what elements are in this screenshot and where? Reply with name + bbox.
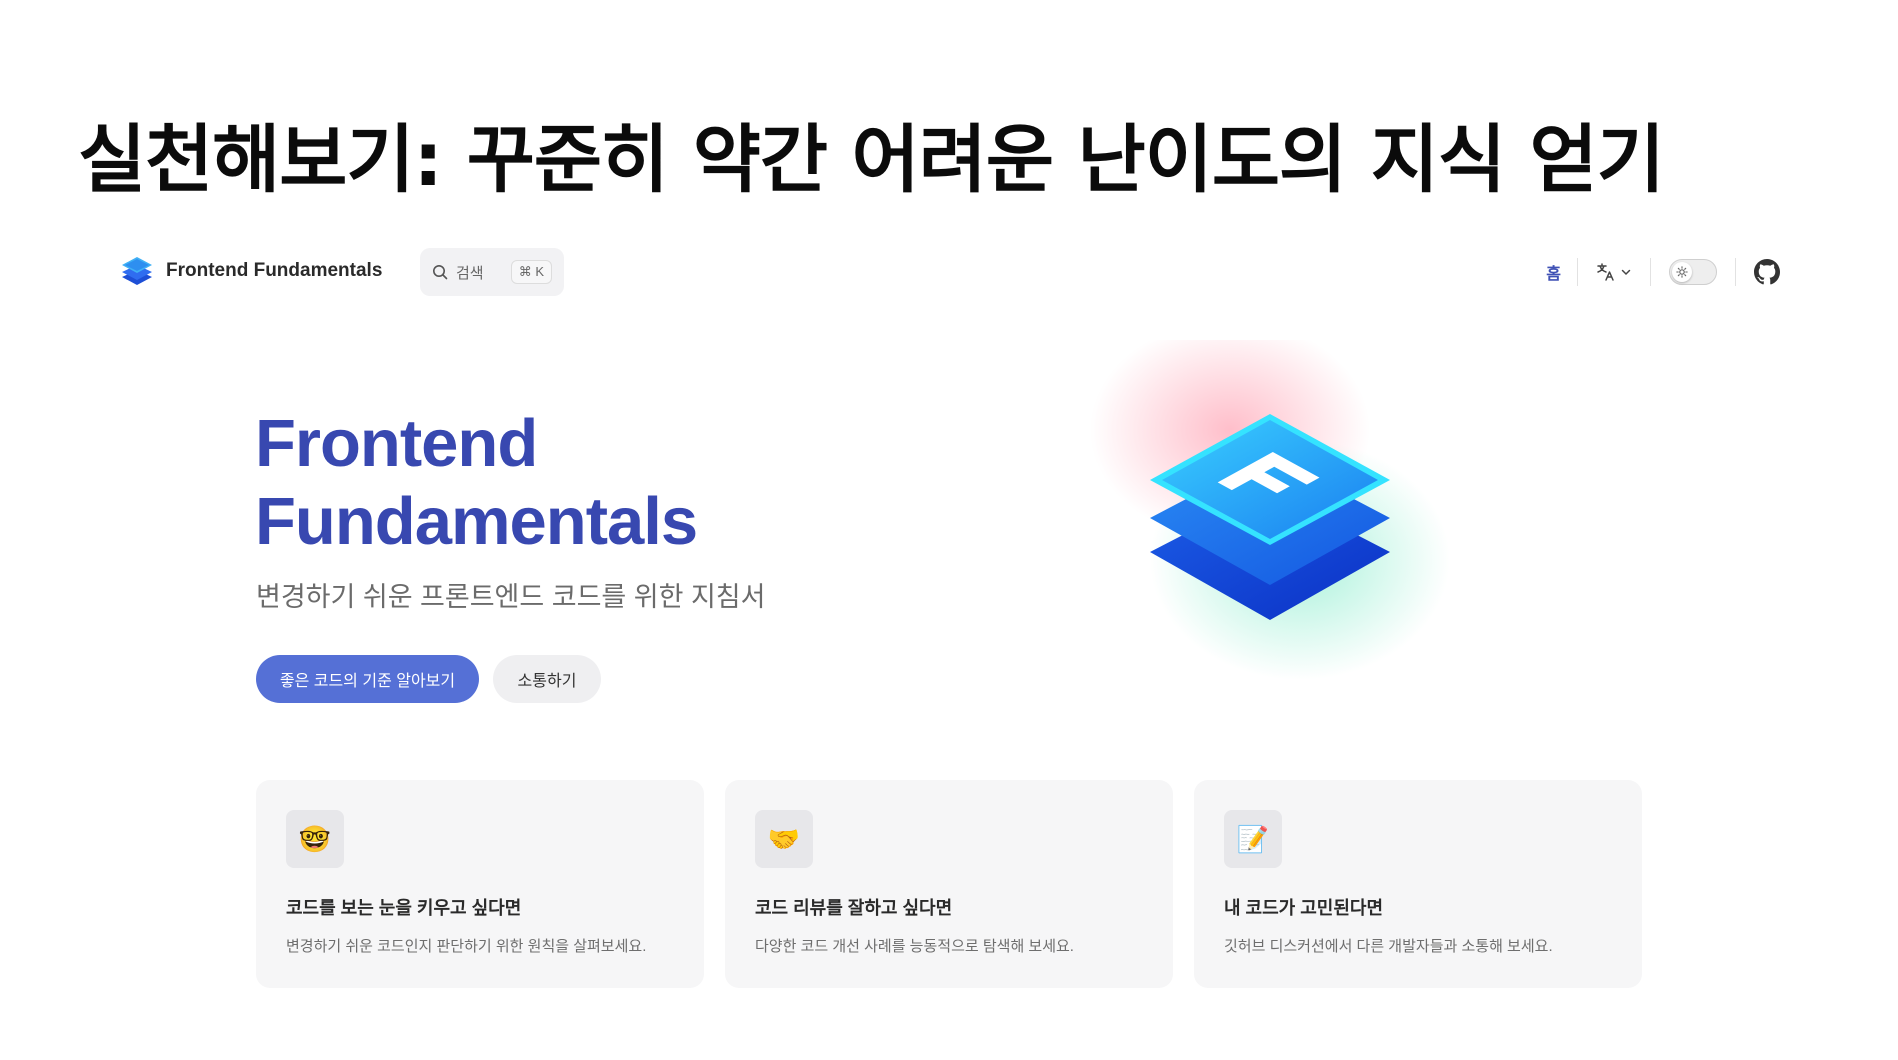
handshake-icon: 🤝 xyxy=(755,810,813,868)
search-icon xyxy=(433,265,448,280)
nav-divider xyxy=(1650,258,1651,286)
hero-title-line2: Fundamentals xyxy=(255,484,698,559)
card-description: 다양한 코드 개선 사례를 능동적으로 탐색해 보세요. xyxy=(755,938,1074,955)
search-label: 검색 xyxy=(456,264,484,282)
translate-icon xyxy=(1597,263,1614,281)
github-icon xyxy=(1754,259,1780,285)
card-title: 내 코드가 고민된다면 xyxy=(1224,898,1384,918)
toggle-knob xyxy=(1672,262,1692,282)
brand-name: Frontend Fundamentals xyxy=(166,260,383,281)
hero-subtitle: 변경하기 쉬운 프론트엔드 코드를 위한 지침서 xyxy=(256,582,766,612)
search-shortcut: ⌘ K xyxy=(510,260,552,284)
card-title: 코드를 보는 눈을 키우고 싶다면 xyxy=(286,898,522,918)
search-button[interactable]: 검색 ⌘ K xyxy=(420,248,564,296)
memo-icon: 📝 xyxy=(1224,810,1282,868)
hero-title-line1: Frontend xyxy=(255,406,538,481)
hero-logo-icon xyxy=(1090,340,1450,680)
hero-title: Frontend Fundamentals xyxy=(255,405,698,561)
nav-home-link[interactable]: 홈 xyxy=(1530,260,1577,284)
card-description: 변경하기 쉬운 코드인지 판단하기 위한 원칙을 살펴보세요. xyxy=(286,938,647,955)
learn-standards-button[interactable]: 좋은 코드의 기준 알아보기 xyxy=(256,655,479,703)
brand-link[interactable]: Frontend Fundamentals xyxy=(120,254,382,288)
feature-card[interactable]: 🤓 코드를 보는 눈을 키우고 싶다면 변경하기 쉬운 코드인지 판단하기 위한… xyxy=(256,780,704,988)
chevron-down-icon xyxy=(1621,269,1631,276)
card-title: 코드 리뷰를 잘하고 싶다면 xyxy=(755,898,953,918)
language-switcher[interactable] xyxy=(1578,262,1650,282)
card-description: 깃허브 디스커션에서 다른 개발자들과 소통해 보세요. xyxy=(1224,938,1553,955)
github-link[interactable] xyxy=(1736,259,1780,285)
nerd-face-icon: 🤓 xyxy=(286,810,344,868)
nav-actions: 홈 xyxy=(1530,254,1780,290)
feature-card[interactable]: 📝 내 코드가 고민된다면 깃허브 디스커션에서 다른 개발자들과 소통해 보세… xyxy=(1194,780,1642,988)
theme-toggle[interactable] xyxy=(1669,259,1717,285)
slide-title: 실천해보기: 꾸준히 약간 어려운 난이도의 지식 얻기 xyxy=(78,117,1665,203)
top-nav: Frontend Fundamentals 검색 ⌘ K 홈 xyxy=(120,248,1780,300)
sun-icon xyxy=(1676,266,1688,278)
communicate-button[interactable]: 소통하기 xyxy=(493,655,601,703)
feature-card[interactable]: 🤝 코드 리뷰를 잘하고 싶다면 다양한 코드 개선 사례를 능동적으로 탐색해… xyxy=(725,780,1173,988)
logo-icon xyxy=(122,257,152,285)
